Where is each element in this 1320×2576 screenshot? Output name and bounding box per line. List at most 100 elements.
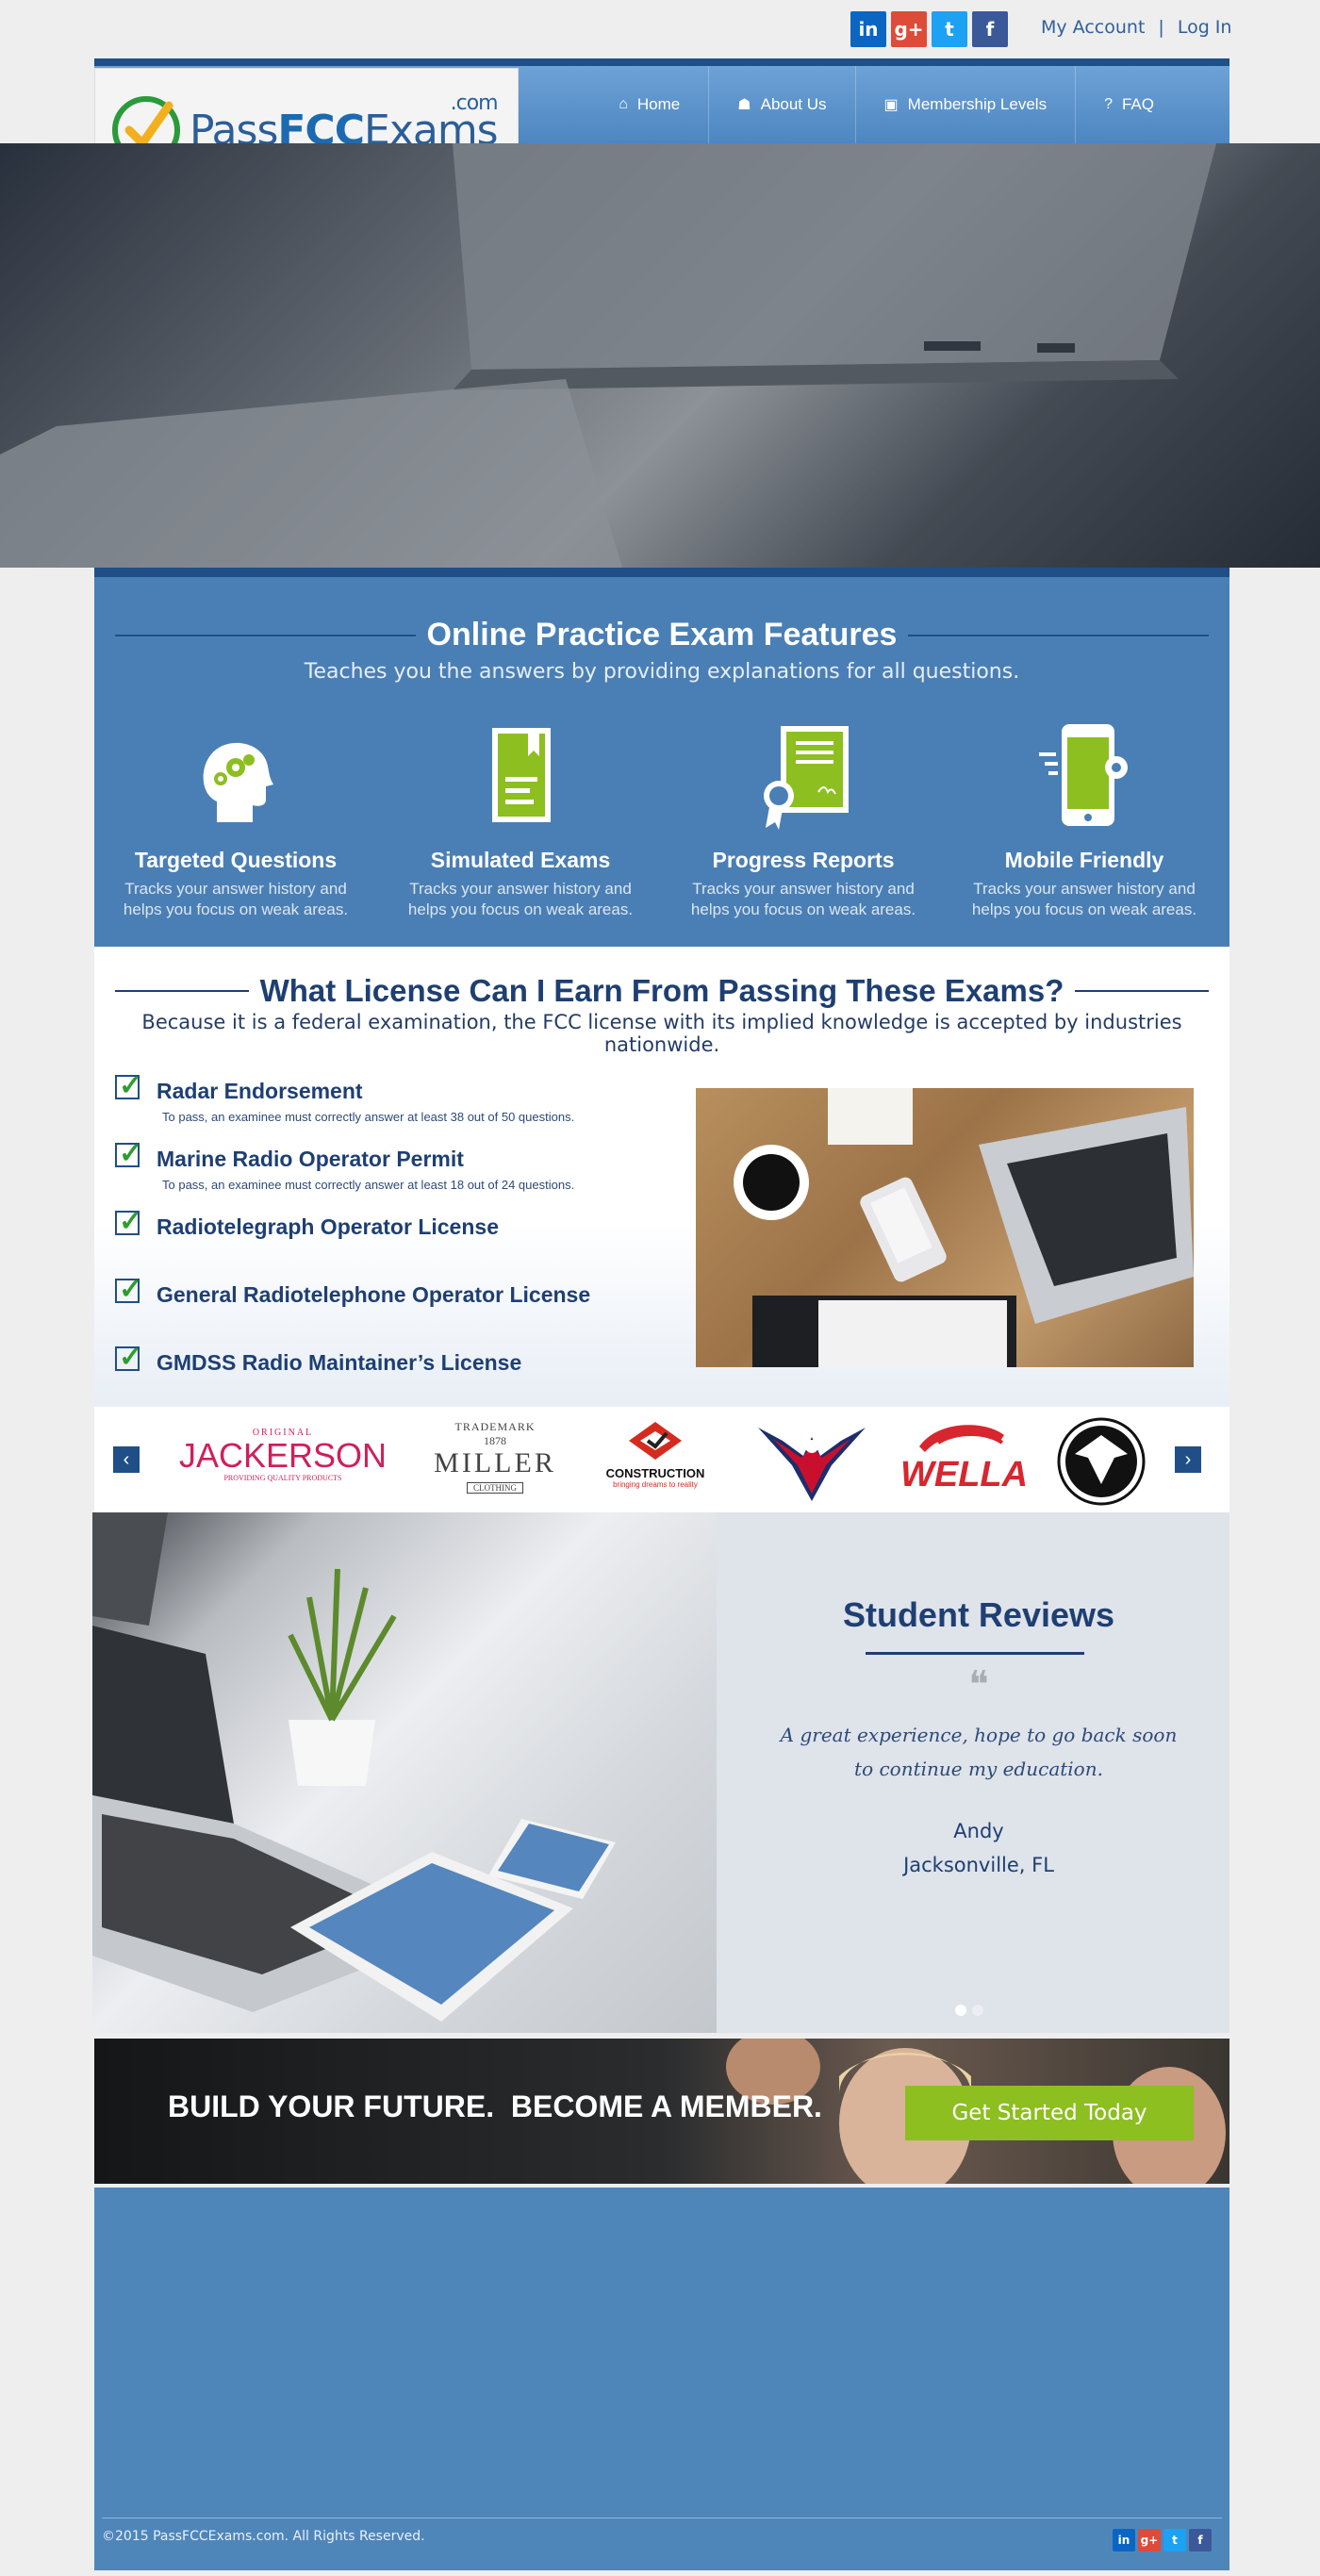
review-quote: A great experience, hope to go back soon… [771,1718,1186,1786]
license-item: ✓ General Radiotelephone Operator Licens… [115,1274,590,1308]
carousel-next-button[interactable]: › [1175,1446,1201,1473]
divider-line [1075,990,1210,992]
eagle-logo [758,1428,866,1501]
twitter-icon[interactable]: t [932,11,967,47]
hero-shade [0,143,1320,568]
reviews-section: Student Reviews ❝ A great experience, ho… [92,1512,1229,2033]
reviewer-location: Jacksonville, FL [903,1854,1054,1876]
license-item: ✓ Radar Endorsement To pass, an examinee… [115,1070,575,1124]
checkbox-checked-icon: ✓ [115,1342,142,1373]
feature-card: Mobile Friendly Tracks your answer histo… [943,718,1226,920]
users-icon: ☗ [737,97,751,113]
account-links: My Account | Log In [1041,17,1231,38]
devices-photo [92,1512,717,2033]
shield-eagle-logo [1057,1417,1146,1506]
desk-items-illustration [734,1088,1194,1367]
google-plus-icon[interactable]: g+ [891,11,927,47]
divider-line [115,990,249,992]
nav-faq-label: FAQ [1121,95,1154,113]
nav-faq[interactable]: ? FAQ [1075,66,1182,143]
brands-carousel: ‹ ORIGINAL JACKERSON PROVIDING QUALITY P… [94,1407,1229,1512]
feature-card: Targeted Questions Tracks your answer hi… [94,718,377,920]
main-nav: ⌂ Home ☗ About Us ▣ Membership Levels ? FAQ [590,66,1182,143]
license-title: What License Can I Earn From Passing The… [259,973,1064,1008]
checkbox-checked-icon: ✓ [115,1138,142,1169]
nav-about-us[interactable]: ☗ About Us [708,66,854,143]
footer-copyright: ©2015 PassFCCExams.com. All Rights Reser… [102,2529,425,2544]
license-item: ✓ Radiotelegraph Operator License [115,1206,499,1240]
checkbox-checked-icon: ✓ [115,1206,142,1237]
reviews-title: Student Reviews [842,1595,1115,1634]
brand-miller-year: 1878 [484,1434,506,1447]
features-subtitle: Teaches you the answers by providing exp… [304,660,1020,684]
license-subtitle: Because it is a federal examination, the… [141,1011,1182,1056]
brand-logo-construction: CONSTRUCTION bringing dreams to reality [589,1420,721,1489]
carousel-prev-button[interactable]: ‹ [113,1446,140,1473]
review-quote-line: to continue my education. [854,1758,1103,1780]
cta-text: BUILD YOUR FUTURE. BECOME A MEMBER. [168,2089,822,2123]
logo-tld: .com [450,91,499,115]
license-name: GMDSS Radio Maintainer’s License [157,1350,522,1375]
checkbox-checked-icon: ✓ [115,1070,142,1101]
brand-construction-name: CONSTRUCTION [605,1466,705,1480]
desk-photo [696,1088,1194,1367]
question-icon: ? [1104,96,1113,112]
license-title-row: What License Can I Earn From Passing The… [115,973,1210,1009]
feature-title: Mobile Friendly [1004,848,1164,872]
brand-logo-jackerson: ORIGINAL JACKERSON PROVIDING QUALITY PRO… [179,1428,387,1482]
brand-logo-wella: WELLA [900,1418,1029,1494]
mobile-gear-icon [1039,724,1128,826]
facebook-icon[interactable]: f [1189,2529,1212,2551]
get-started-button[interactable]: Get Started Today [905,2086,1194,2140]
license-note: To pass, an examinee must correctly answ… [162,1110,575,1124]
carousel-dot-active[interactable] [955,2005,966,2016]
reviewer-name: Andy [953,1820,1004,1842]
card-icon: ▣ [883,97,899,113]
footer: ©2015 PassFCCExams.com. All Rights Reser… [94,2188,1229,2570]
nav-membership-levels[interactable]: ▣ Membership Levels [854,66,1076,143]
feature-title: Progress Reports [712,848,895,872]
features-title-row: Online Practice Exam Features [115,617,1209,653]
divider-line [115,634,416,636]
feature-title: Simulated Exams [430,848,611,872]
license-item: ✓ Marine Radio Operator Permit To pass, … [115,1138,575,1192]
license-name: Radiotelegraph Operator License [157,1214,499,1239]
brand-miller-top: TRADEMARK [454,1420,536,1433]
brand-construction-tag: bringing dreams to reality [613,1480,698,1489]
license-name: Marine Radio Operator Permit [157,1147,464,1171]
social-links: in g+ t f [850,11,1008,47]
brand-jackerson-tag: PROVIDING QUALITY PRODUCTS [223,1474,342,1482]
footer-social-links: in g+ t f [1113,2529,1212,2551]
divider-line [908,634,1209,636]
brand-wella-name: WELLA [900,1455,1029,1494]
devices-illustration [92,1512,616,2022]
nav-home[interactable]: ⌂ Home [590,66,708,143]
facebook-icon[interactable]: f [972,11,1008,47]
twitter-icon[interactable]: t [1163,2529,1186,2551]
hero-banner-image [0,143,1320,568]
google-plus-icon[interactable]: g+ [1138,2529,1161,2551]
title-underline [866,1652,1084,1655]
feature-desc: Tracks your answer history and helps you … [407,880,634,918]
log-in-link[interactable]: Log In [1178,17,1232,38]
license-note: To pass, an examinee must correctly answ… [162,1178,575,1192]
brand-miller-name: MILLER [434,1447,556,1478]
feature-desc: Tracks your answer history and helps you … [123,880,349,918]
link-separator: | [1158,17,1164,38]
my-account-link[interactable]: My Account [1041,17,1145,38]
license-section: What License Can I Earn From Passing The… [94,947,1229,1407]
linkedin-icon[interactable]: in [850,11,886,47]
construction-logo-icon [629,1422,682,1460]
nav-membership-label: Membership Levels [907,95,1048,113]
license-name: Radar Endorsement [157,1079,363,1103]
nav-home-label: Home [636,95,681,113]
carousel-dot[interactable] [972,2005,983,2016]
cta-banner: BUILD YOUR FUTURE. BECOME A MEMBER. Get … [94,2039,1229,2184]
feature-desc: Tracks your answer history and helps you … [690,880,916,918]
quote-icon: ❝ [968,1664,989,1706]
brand-logo-miller: TRADEMARK 1878 MILLER CLOTHING [429,1420,561,1495]
brand-miller-tag: CLOTHING [467,1482,523,1494]
linkedin-icon[interactable]: in [1113,2529,1135,2551]
nav-about-label: About Us [760,95,827,113]
feature-desc: Tracks your answer history and helps you … [971,880,1197,918]
